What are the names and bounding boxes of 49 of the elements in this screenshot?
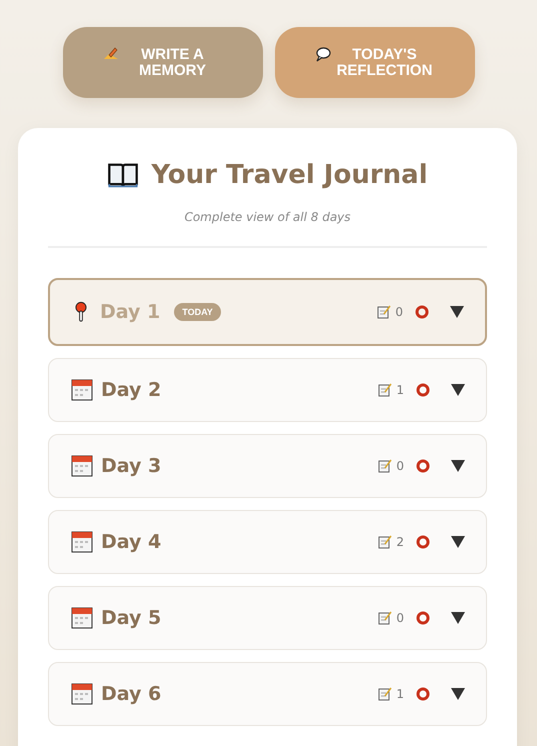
ring-icon [416,535,430,549]
speech-bubble-icon [314,46,330,62]
caret-icon[interactable] [450,611,466,625]
memory-count: 1 [396,687,404,701]
action-button[interactable]: TODAY'S REFLECTION [274,27,474,98]
calendar-icon [71,531,93,553]
memory-count: 1 [396,383,404,397]
day-row[interactable]: Day 4 2 [48,510,487,574]
day-row[interactable]: Day 3 0 [48,434,487,498]
memo-icon [377,305,392,319]
ring-icon [416,459,430,473]
calendar-icon [71,379,93,401]
day-row[interactable]: Day 6 1 [48,662,487,726]
memory-count: 2 [396,535,404,549]
caret-icon[interactable] [450,383,466,397]
memo-icon [378,459,392,473]
calendar-icon [71,683,93,705]
memo-icon [378,611,392,625]
book-icon [107,161,140,189]
day-title: Day 3 [101,455,162,477]
day-title: Day 1 [100,301,160,323]
memory-count: 0 [396,611,404,625]
day-row[interactable]: Day 2 1 [48,358,487,422]
ring-icon [416,383,430,397]
day-title: Day 5 [101,607,162,629]
journal-subtitle: Complete view of all 8 days [183,210,352,224]
pencil-icon [102,46,118,62]
memory-count: 0 [396,459,404,473]
memo-icon [378,687,392,701]
day-row[interactable]: Day 1 TODAY 0 [48,278,487,346]
ring-icon [416,687,430,701]
day-row[interactable]: Day 5 0 [48,586,487,650]
caret-icon[interactable] [450,535,466,549]
memo-icon [378,383,392,397]
day-title: Day 2 [101,379,162,401]
today-badge: TODAY [174,303,221,321]
caret-icon[interactable] [450,459,466,473]
calendar-icon [71,455,93,477]
day-title: Day 4 [101,531,162,553]
caret-icon[interactable] [449,305,465,319]
ring-icon [416,611,430,625]
caret-icon[interactable] [450,687,466,701]
memo-icon [378,535,392,549]
memory-count: 0 [395,305,403,319]
calendar-icon [71,607,93,629]
action-button[interactable]: WRITE A MEMORY [62,27,262,98]
day-title: Day 6 [101,683,162,705]
ring-icon [415,305,429,319]
journal-title: Your Travel Journal [151,160,428,190]
